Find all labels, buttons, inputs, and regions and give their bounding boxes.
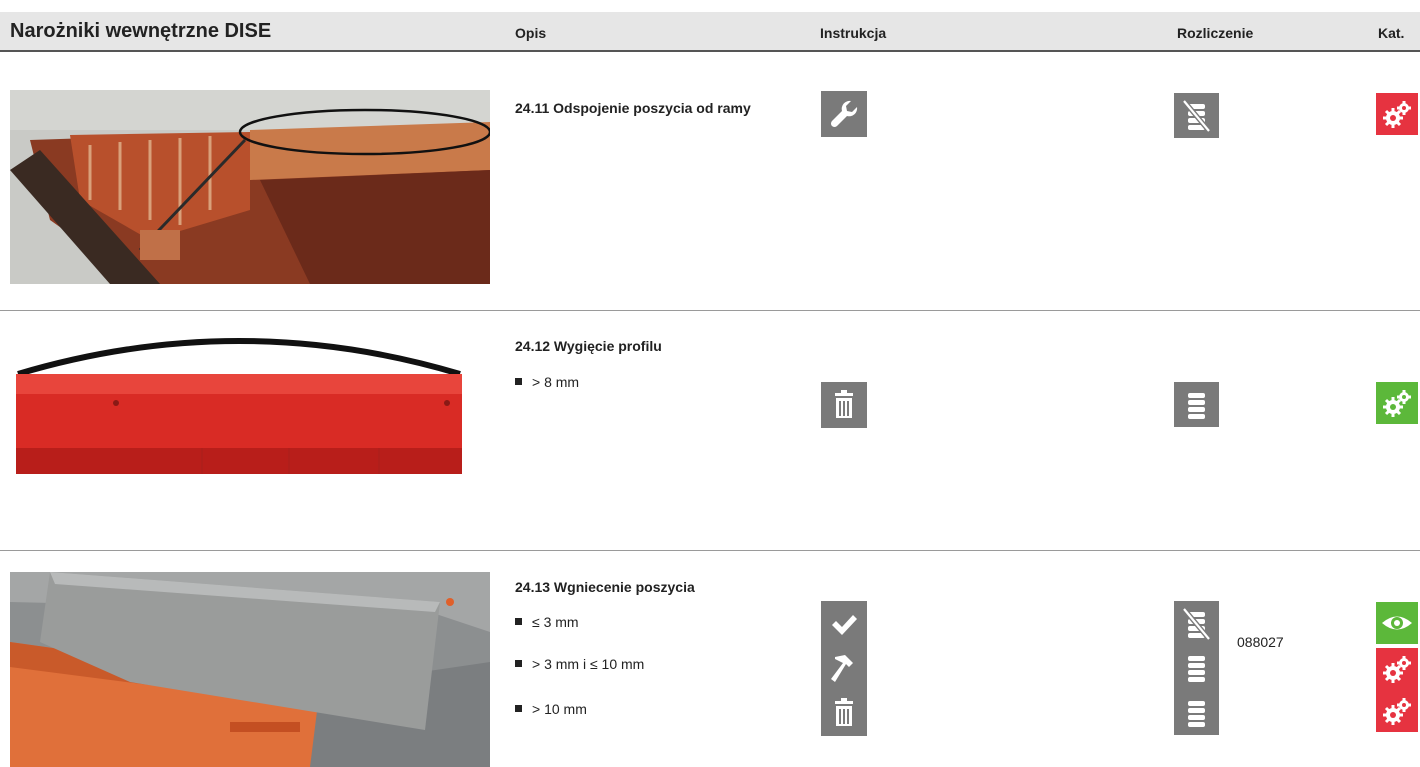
list-item-label: ≤ 3 mm xyxy=(532,614,579,630)
list-item-label: > 3 mm i ≤ 10 mm xyxy=(532,656,645,672)
list-item-label: > 8 mm xyxy=(532,374,580,390)
bullet xyxy=(515,660,522,667)
bullet xyxy=(515,705,522,712)
row-divider xyxy=(0,310,1420,311)
coins-icon[interactable] xyxy=(1174,645,1219,690)
trash-icon[interactable] xyxy=(821,382,867,428)
photo-frame-detachment xyxy=(10,90,490,284)
column-header-instrukcja: Instrukcja xyxy=(820,25,887,41)
list-item: ≤ 3 mm xyxy=(515,614,579,630)
coins-icon[interactable] xyxy=(1174,382,1219,427)
column-header-opis: Opis xyxy=(515,25,547,41)
trash-icon[interactable] xyxy=(821,690,867,736)
eye-icon[interactable] xyxy=(1376,602,1418,644)
table-header: Narożniki wewnętrzne DISE Opis Instrukcj… xyxy=(0,12,1420,52)
list-item: > 8 mm xyxy=(515,374,579,390)
wrench-icon[interactable] xyxy=(821,91,867,137)
profile-bend-diagram xyxy=(14,328,464,478)
no-billing-coins-icon[interactable] xyxy=(1174,93,1219,138)
column-header-kat: Kat. xyxy=(1378,25,1405,41)
section-title: 24.13 Wgniecenie poszycia xyxy=(515,579,695,595)
no-billing-coins-icon[interactable] xyxy=(1174,601,1219,646)
bullet xyxy=(515,618,522,625)
list-item: > 3 mm i ≤ 10 mm xyxy=(515,656,644,672)
bullet xyxy=(515,378,522,385)
coins-icon[interactable] xyxy=(1174,690,1219,735)
section-title: 24.12 Wygięcie profilu xyxy=(515,338,662,354)
gears-icon[interactable] xyxy=(1376,382,1418,424)
row-divider xyxy=(0,550,1420,551)
gears-icon[interactable] xyxy=(1376,690,1418,732)
billing-code: 088027 xyxy=(1237,634,1284,650)
list-item-label: > 10 mm xyxy=(532,701,587,717)
check-icon[interactable] xyxy=(821,601,867,647)
hammer-icon[interactable] xyxy=(821,645,867,691)
column-header-rozliczenie: Rozliczenie xyxy=(1177,25,1254,41)
gears-icon[interactable] xyxy=(1376,93,1418,135)
list-item: > 10 mm xyxy=(515,701,587,717)
gears-icon[interactable] xyxy=(1376,648,1418,690)
photo-skin-dent xyxy=(10,572,490,767)
page-title: Narożniki wewnętrzne DISE xyxy=(10,20,272,42)
section-title: 24.11 Odspojenie poszycia od ramy xyxy=(515,100,751,116)
